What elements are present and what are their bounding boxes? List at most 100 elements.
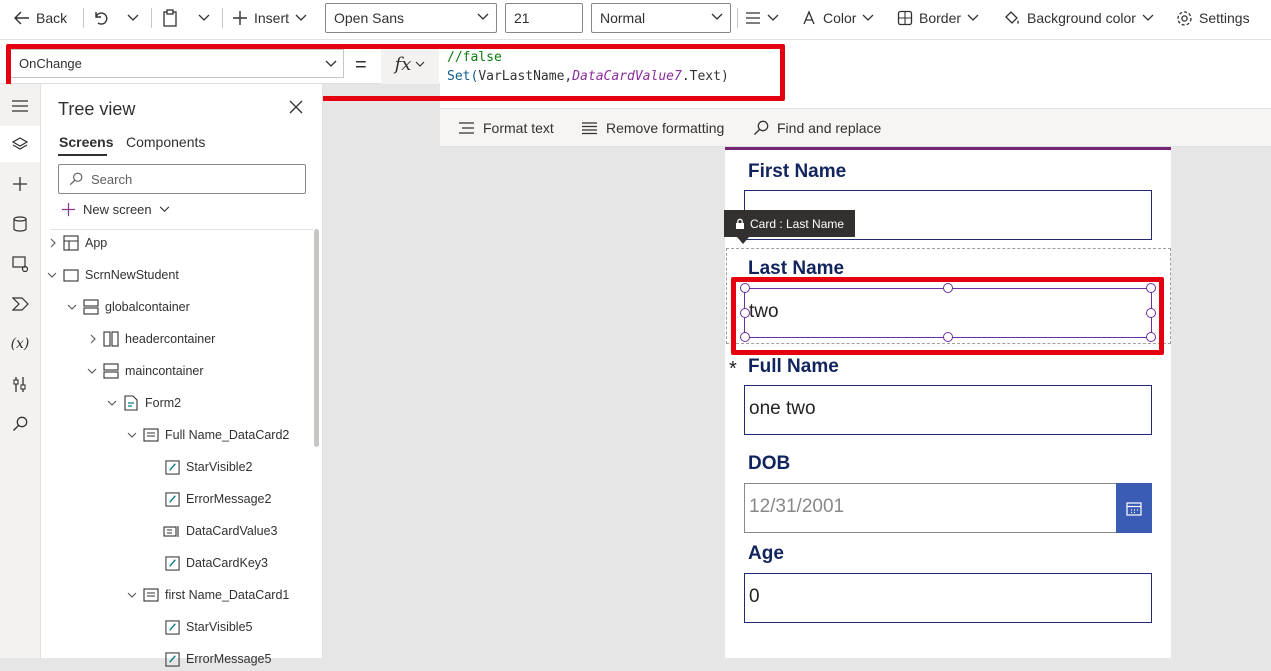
tree-item-label-control[interactable]: ErrorMessage5 (165, 647, 271, 671)
color-button[interactable]: Color (801, 0, 874, 36)
chevron-down-icon (127, 14, 139, 22)
resize-handle[interactable] (1146, 283, 1156, 293)
back-label: Back (36, 10, 68, 26)
font-family-select[interactable]: Open Sans (325, 3, 497, 33)
tree-item-screen[interactable]: ScrnNewStudent (47, 263, 179, 287)
insert-rail-button[interactable] (0, 166, 40, 202)
border-button[interactable]: Border (897, 0, 979, 36)
power-automate-rail-button[interactable] (0, 286, 40, 322)
vertical-container-icon (103, 363, 119, 379)
gear-icon (1176, 10, 1193, 27)
datacard-icon (143, 428, 159, 442)
code-variable: VarLastName, (478, 69, 573, 84)
new-screen-button[interactable]: New screen (61, 202, 170, 217)
tab-components[interactable]: Components (126, 134, 205, 150)
age-label: Age (748, 543, 784, 564)
resize-handle[interactable] (740, 332, 750, 342)
resize-handle[interactable] (740, 308, 750, 318)
search-placeholder: Search (91, 171, 133, 187)
tree-item-datacard[interactable]: Full Name_DataCard2 (127, 423, 289, 447)
variables-rail-button[interactable]: (x) (0, 326, 40, 362)
horizontal-container-icon (103, 331, 119, 347)
fx-button[interactable]: fx (381, 44, 439, 84)
align-lines-icon (745, 11, 761, 25)
text-input-icon (163, 525, 180, 538)
paste-dropdown[interactable] (198, 0, 210, 36)
tree-item-datacard[interactable]: first Name_DataCard1 (127, 583, 289, 607)
close-tree-view-button[interactable] (289, 100, 303, 114)
format-text-button[interactable]: Format text (458, 109, 554, 147)
tree-item-label: ScrnNewStudent (85, 268, 179, 282)
tree-item-label: Form2 (145, 396, 182, 410)
advanced-tools-rail-button[interactable] (0, 366, 40, 402)
chevron-down-icon (862, 14, 874, 22)
tree-search-input[interactable]: Search (58, 164, 306, 194)
tree-item-label-control[interactable]: ErrorMessage2 (165, 487, 271, 511)
tree-item-container[interactable]: headercontainer (89, 327, 215, 351)
text-align-button[interactable] (745, 0, 779, 36)
search-icon (69, 172, 83, 186)
app-icon (63, 235, 79, 251)
tree-item-form[interactable]: Form2 (107, 391, 181, 415)
find-replace-label: Find and replace (777, 120, 882, 136)
settings-button[interactable]: Settings (1176, 0, 1250, 36)
paste-button[interactable] (162, 0, 178, 36)
font-size-input[interactable]: 21 (505, 3, 583, 33)
chevron-down-icon (198, 14, 210, 22)
chevron-down-icon (67, 303, 77, 311)
search-rail-button[interactable] (0, 406, 40, 442)
tree-item-label: first Name_DataCard1 (165, 588, 290, 602)
age-input[interactable]: 0 (744, 573, 1152, 623)
tree-view-rail-button[interactable] (0, 126, 40, 162)
new-screen-label: New screen (83, 202, 152, 217)
dob-date-picker[interactable]: 12/31/2001 (744, 483, 1152, 533)
edit-label-icon (165, 619, 180, 635)
tree-item-label-control[interactable]: StarVisible5 (165, 615, 252, 639)
media-rail-button[interactable] (0, 246, 40, 282)
chevron-right-icon (89, 334, 97, 344)
edit-label-icon (165, 491, 180, 507)
tree-scrollbar[interactable] (314, 229, 319, 447)
calendar-button[interactable] (1116, 483, 1152, 533)
tab-screens[interactable]: Screens (59, 134, 113, 150)
tree-item-container[interactable]: maincontainer (87, 359, 204, 383)
tree-item-label: DataCardValue3 (186, 524, 278, 538)
chevron-down-icon (325, 60, 337, 68)
tree-item-label-control[interactable]: StarVisible2 (165, 455, 252, 479)
data-rail-button[interactable] (0, 206, 40, 242)
background-color-button[interactable]: Background color (1003, 0, 1154, 36)
full-name-input[interactable]: one two (744, 385, 1152, 435)
resize-handle[interactable] (1146, 332, 1156, 342)
font-family-value: Open Sans (334, 10, 405, 26)
tooltip-arrow (737, 237, 749, 244)
settings-label: Settings (1199, 10, 1250, 26)
font-weight-select[interactable]: Normal (591, 3, 731, 33)
chevron-down-icon (477, 13, 489, 21)
property-dropdown[interactable]: OnChange (10, 49, 344, 78)
tree-item-app[interactable]: App (49, 231, 107, 255)
find-replace-button[interactable]: Find and replace (753, 109, 881, 147)
background-color-label: Background color (1027, 10, 1136, 26)
resize-handle[interactable] (943, 283, 953, 293)
undo-button[interactable] (92, 0, 108, 36)
vertical-container-icon (83, 299, 99, 315)
resize-handle[interactable] (740, 283, 750, 293)
formula-editor[interactable]: //false Set(VarLastName,DataCardValue7.T… (440, 40, 1271, 109)
remove-formatting-label: Remove formatting (606, 120, 725, 136)
required-asterisk: * (729, 358, 737, 380)
chevron-down-icon (295, 14, 307, 22)
screen-icon (63, 268, 79, 282)
tree-item-label-control[interactable]: DataCardKey3 (165, 551, 268, 575)
hamburger-menu-button[interactable] (0, 88, 40, 124)
back-button[interactable]: Back (14, 0, 67, 36)
remove-formatting-button[interactable]: Remove formatting (581, 109, 724, 147)
tree-item-container[interactable]: globalcontainer (67, 295, 190, 319)
tree-item-text-input[interactable]: DataCardValue3 (163, 519, 278, 543)
undo-dropdown[interactable] (127, 0, 139, 36)
paint-bucket-icon (1003, 10, 1021, 26)
chevron-down-icon (711, 13, 723, 21)
resize-handle[interactable] (943, 332, 953, 342)
plus-icon (61, 202, 76, 217)
resize-handle[interactable] (1146, 308, 1156, 318)
insert-button[interactable]: Insert (232, 0, 307, 36)
